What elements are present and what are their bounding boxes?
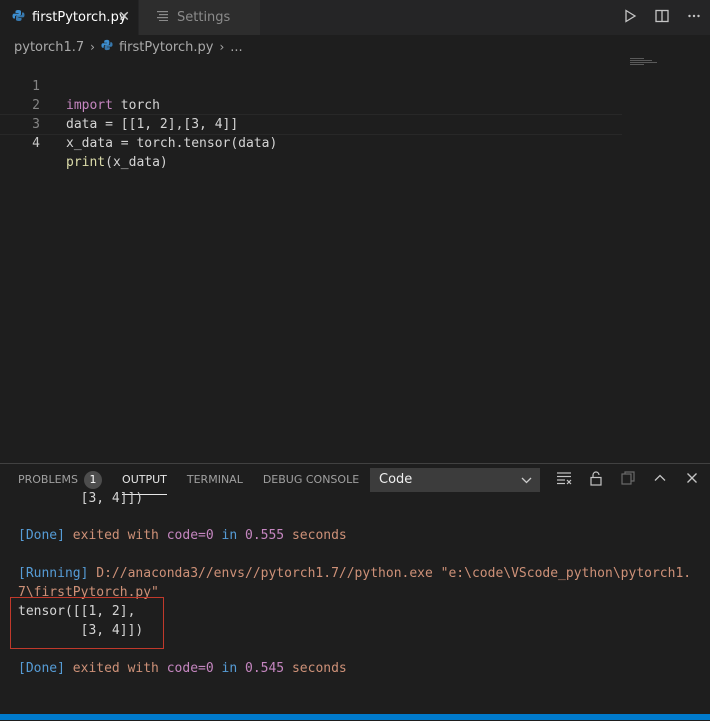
maximize-panel-icon[interactable] <box>644 472 676 488</box>
tab-label: Settings <box>177 10 231 25</box>
done-tag: [Done] <box>18 528 65 543</box>
chevron-right-icon: › <box>90 40 95 54</box>
close-panel-icon[interactable] <box>676 472 708 488</box>
settings-file-icon <box>157 10 171 25</box>
panel-actions <box>548 467 708 493</box>
breadcrumb: pytorch1.7 › firstPytorch.py › ... <box>14 38 243 56</box>
line-number: 4 <box>32 136 40 151</box>
code-line: 2 data = [[1, 2],[3, 4]] <box>0 77 622 132</box>
code-editor[interactable]: 1 import torch 2 data = [[1, 2],[3, 4]] … <box>0 58 710 458</box>
output-text: seconds <box>284 661 347 676</box>
open-in-editor-icon[interactable] <box>612 471 644 489</box>
code-text: x_data = torch.tensor(data) <box>66 136 278 151</box>
exit-code: code=0 <box>166 528 214 543</box>
output-line-done: [Done] exited with code=0 in 0.555 secon… <box>18 526 347 545</box>
chevron-right-icon: › <box>219 40 225 54</box>
tab-label: DEBUG CONSOLE <box>262 473 360 486</box>
output-line: [3, 4]]) <box>18 491 144 506</box>
status-bar <box>0 714 710 720</box>
running-tag: [Running] <box>18 566 89 581</box>
code-text: print(x_data) <box>66 153 168 172</box>
tab-first-pytorch[interactable]: firstPytorch.py ✕ <box>0 0 138 35</box>
code-rest: (x_data) <box>105 155 168 170</box>
output-line-done: [Done] exited with code=0 in 0.545 secon… <box>18 659 347 678</box>
split-editor-icon[interactable] <box>646 9 678 27</box>
code-line: 3 x_data = torch.tensor(data) <box>0 96 622 151</box>
editor-actions <box>614 0 710 35</box>
elapsed-time: 0.555 <box>245 528 285 543</box>
output-text: exited with <box>64 661 167 676</box>
tab-label: PROBLEMS <box>18 473 79 486</box>
elapsed-time: 0.545 <box>245 661 285 676</box>
exit-code: code=0 <box>166 661 214 676</box>
output-text: seconds <box>284 528 347 543</box>
problems-count-badge: 1 <box>84 470 103 489</box>
code-line: 1 import torch <box>0 58 622 113</box>
more-actions-icon[interactable] <box>678 9 710 27</box>
run-command: D://anaconda3//envs//pytorch1.7//python.… <box>88 566 692 581</box>
editor-tab-bar: firstPytorch.py ✕ Settings <box>0 0 710 35</box>
tab-label: OUTPUT <box>122 472 167 486</box>
clear-output-icon[interactable] <box>548 471 580 489</box>
breadcrumb-folder[interactable]: pytorch1.7 <box>14 40 84 55</box>
run-icon[interactable] <box>614 8 646 27</box>
breadcrumb-more[interactable]: ... <box>230 40 242 55</box>
unlock-icon[interactable] <box>580 470 612 490</box>
close-icon[interactable]: ✕ <box>118 9 130 25</box>
python-file-icon <box>101 39 113 55</box>
done-tag: [Done] <box>18 661 65 676</box>
code-line-current: 4 print(x_data) <box>0 114 622 170</box>
output-text: exited with <box>64 528 167 543</box>
minimap[interactable] <box>630 58 700 68</box>
tab-terminal[interactable]: TERMINAL <box>187 464 243 495</box>
output-text: in <box>213 661 245 676</box>
output-line-running: [Running] D://anaconda3//envs//pytorch1.… <box>18 564 691 583</box>
output-channel-value: Code <box>379 472 413 487</box>
function-name: print <box>66 155 106 170</box>
python-file-icon <box>12 9 26 26</box>
tab-label: TERMINAL <box>186 473 243 486</box>
highlight-box <box>10 597 164 649</box>
output-text: in <box>213 528 245 543</box>
output-channel-select[interactable]: Code <box>370 468 540 492</box>
tab-label: firstPytorch.py <box>32 10 127 25</box>
breadcrumb-file[interactable]: firstPytorch.py <box>119 40 214 55</box>
chevron-down-icon <box>521 468 532 500</box>
tab-debug-console[interactable]: DEBUG CONSOLE <box>263 464 359 495</box>
tab-settings[interactable]: Settings <box>139 0 260 35</box>
